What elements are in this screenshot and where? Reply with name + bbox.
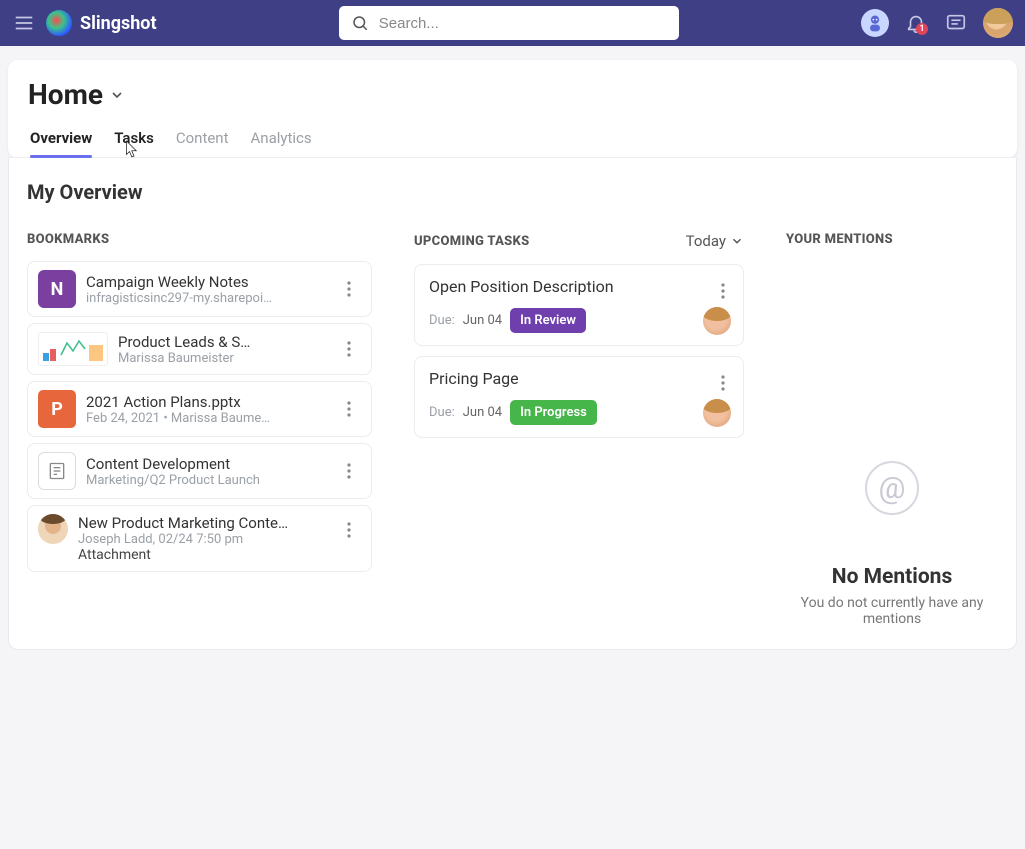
task-due-value: Jun 04 [463,405,502,420]
messages-button[interactable] [943,10,969,36]
page-title: Home [28,78,103,111]
bookmark-title: Campaign Weekly Notes [86,273,327,291]
bookmark-sub: Marissa Baumeister [118,351,327,366]
bookmarks-column: BOOKMARKS N Campaign Weekly Notes infrag… [27,232,372,578]
task-due-label: Due: [429,313,455,328]
bookmark-item[interactable]: New Product Marketing Conte… Joseph Ladd… [27,505,372,572]
task-due-label: Due: [429,405,455,420]
bookmark-item[interactable]: Content Development Marketing/Q2 Product… [27,443,372,499]
task-due-value: Jun 04 [463,313,502,328]
mentions-column: YOUR MENTIONS @ No Mentions You do not c… [786,232,998,627]
bookmark-title: New Product Marketing Conte… [78,514,327,532]
task-title: Pricing Page [429,369,729,388]
assistant-avatar[interactable] [861,9,889,37]
bookmark-title: Content Development [86,455,327,473]
tab-tasks[interactable]: Tasks [114,129,154,157]
bookmark-item[interactable]: Product Leads & S… Marissa Baumeister [27,323,372,375]
filter-label: Today [686,232,726,250]
search-input[interactable] [379,15,667,32]
bookmark-text: Campaign Weekly Notes infragisticsinc297… [86,273,327,306]
bookmark-menu-button[interactable] [337,514,361,546]
tasks-column: UPCOMING TASKS Today Open Position Descr… [414,232,744,448]
tab-label: Analytics [251,129,312,147]
mentions-empty-title: No Mentions [832,565,952,589]
onenote-icon: N [38,270,76,308]
bookmark-title: 2021 Action Plans.pptx [86,393,327,411]
brand[interactable]: Slingshot [46,10,157,36]
task-title: Open Position Description [429,277,729,296]
bookmark-item[interactable]: P 2021 Action Plans.pptx Feb 24, 2021 • … [27,381,372,437]
bookmark-text: Product Leads & S… Marissa Baumeister [118,333,327,366]
bookmark-menu-button[interactable] [337,273,361,305]
main-board: My Overview BOOKMARKS N Campaign Weekly … [8,158,1017,650]
bookmark-text: 2021 Action Plans.pptx Feb 24, 2021 • Ma… [86,393,327,426]
tab-label: Overview [30,129,92,147]
chart-thumbnail-icon [38,332,108,366]
mentions-header: YOUR MENTIONS [786,232,998,247]
tabs: Overview Tasks Content Analytics [8,117,1017,158]
assignee-avatar[interactable] [703,399,731,427]
tab-label: Content [176,129,229,147]
bookmark-menu-button[interactable] [337,455,361,487]
brand-logo-icon [46,10,72,36]
bookmark-text: New Product Marketing Conte… Joseph Ladd… [78,514,327,563]
mentions-empty-state: @ No Mentions You do not currently have … [786,461,998,627]
bookmark-title: Product Leads & S… [118,333,327,351]
bookmark-sub: Feb 24, 2021 • Marissa Baume… [86,411,327,426]
mentions-empty-sub: You do not currently have any mentions [787,595,997,627]
bookmark-sub: Joseph Ladd, 02/24 7:50 pm [78,532,327,547]
person-avatar-icon [38,514,68,544]
bookmark-text: Content Development Marketing/Q2 Product… [86,455,327,488]
user-avatar[interactable] [983,8,1013,38]
tab-overview[interactable]: Overview [30,129,92,157]
powerpoint-icon: P [38,390,76,428]
task-menu-button[interactable] [711,367,735,399]
page-card: Home Overview Tasks Content Analytics [8,60,1017,158]
tasks-filter-dropdown[interactable]: Today [686,232,744,250]
tasks-header: UPCOMING TASKS [414,234,530,249]
chevron-down-icon[interactable] [109,87,125,103]
notification-badge: 1 [916,23,928,35]
bookmark-menu-button[interactable] [337,393,361,425]
bookmark-sub: infragisticsinc297-my.sharepoi… [86,291,327,306]
tab-content[interactable]: Content [176,129,229,157]
header-actions: 1 [861,8,1013,38]
bookmark-sub2: Attachment [78,547,327,563]
task-item[interactable]: Pricing Page Due: Jun 04 In Progress [414,356,744,438]
assignee-avatar[interactable] [703,307,731,335]
bookmark-menu-button[interactable] [337,333,361,365]
search-icon [351,14,369,32]
chevron-down-icon [730,234,744,248]
doc-icon [38,452,76,490]
task-item[interactable]: Open Position Description Due: Jun 04 In… [414,264,744,346]
at-icon: @ [865,461,919,515]
bookmark-item[interactable]: N Campaign Weekly Notes infragisticsinc2… [27,261,372,317]
task-menu-button[interactable] [711,275,735,307]
section-title: My Overview [27,180,998,204]
tab-analytics[interactable]: Analytics [251,129,312,157]
search-box[interactable] [339,6,679,40]
task-status-badge: In Progress [510,400,597,425]
page-title-row: Home [8,60,1017,117]
menu-button[interactable] [12,11,36,35]
top-header: Slingshot 1 [0,0,1025,46]
notifications-button[interactable]: 1 [903,10,929,36]
task-status-badge: In Review [510,308,586,333]
cursor-icon [122,139,140,161]
bookmarks-header: BOOKMARKS [27,232,372,247]
bookmark-sub: Marketing/Q2 Product Launch [86,473,327,488]
brand-text: Slingshot [80,13,157,34]
